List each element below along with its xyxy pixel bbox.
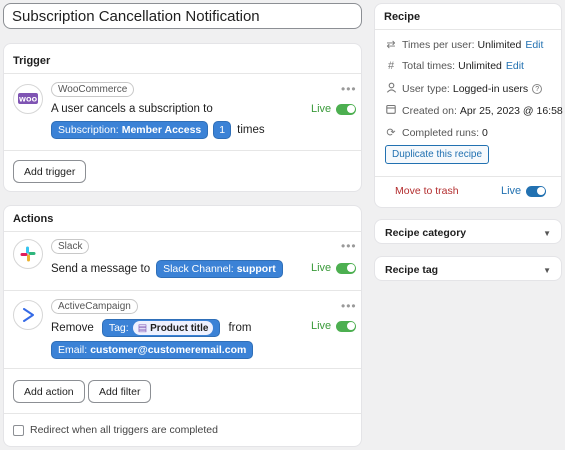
trigger-live-toggle[interactable]: Live: [311, 103, 357, 115]
actions-heading: Actions: [13, 213, 54, 225]
svg-text:WOO: WOO: [19, 96, 38, 104]
help-icon[interactable]: ?: [532, 84, 543, 94]
recipe-category-heading: Recipe category: [385, 227, 467, 239]
tag-token[interactable]: Tag: ▤ Product title: [101, 319, 221, 337]
slack-channel-token[interactable]: Slack Channel: support: [156, 260, 283, 278]
recipe-panel: Recipe ⇄ Times per user: Unlimited Edit #…: [374, 3, 563, 208]
activecampaign-email-row: Email: customer@customeremail.com: [51, 341, 254, 359]
recipe-tag-heading: Recipe tag: [385, 264, 439, 276]
duplicate-recipe-button[interactable]: Duplicate this recipe: [385, 145, 490, 164]
trigger-sentence: A user cancels a subscription to: [51, 103, 213, 115]
activecampaign-icon: [13, 300, 43, 330]
slack-integration-badge: Slack: [51, 239, 90, 254]
refresh-icon: ⟳: [386, 127, 396, 139]
recipe-title-input[interactable]: [3, 3, 362, 29]
times-per-user-row: ⇄ Times per user: Unlimited Edit: [386, 38, 544, 52]
edit-total-times-link[interactable]: Edit: [506, 60, 524, 72]
recipe-category-panel[interactable]: Recipe category ▼: [374, 219, 562, 244]
trigger-more-icon[interactable]: •••: [341, 82, 357, 96]
activecampaign-sentence: Remove Tag: ▤ Product title from: [51, 319, 251, 337]
user-icon: [385, 82, 397, 96]
slack-live-toggle[interactable]: Live: [311, 262, 357, 274]
redirect-row: Redirect when all triggers are completed: [13, 424, 218, 436]
activecampaign-more-icon[interactable]: •••: [341, 299, 357, 313]
add-action-button[interactable]: Add action: [13, 380, 85, 403]
total-times-row: # Total times: Unlimited Edit: [385, 60, 524, 72]
slack-more-icon[interactable]: •••: [341, 239, 357, 253]
slack-icon: [13, 239, 43, 269]
activecampaign-live-toggle[interactable]: Live: [311, 320, 357, 332]
move-to-trash-link[interactable]: Move to trash: [395, 185, 459, 197]
hash-icon: #: [387, 60, 395, 72]
completed-runs-row: ⟳ Completed runs: 0: [386, 126, 488, 140]
redirect-checkbox[interactable]: [13, 424, 24, 436]
woocommerce-icon: WOO: [13, 84, 43, 114]
count-token[interactable]: 1: [213, 121, 232, 139]
created-on-row: Created on: Apr 25, 2023 @ 16:58: [385, 104, 563, 117]
trigger-tokens-row: Subscription: Member Access 1 times: [51, 121, 265, 139]
caret-down-icon: ▼: [543, 228, 551, 238]
trigger-integration-badge: WooCommerce: [51, 82, 135, 97]
recipe-heading: Recipe: [384, 11, 421, 23]
user-type-row: User type: Logged-in users ?: [385, 82, 543, 96]
actions-panel: Actions Slack ••• Send a message to Slac…: [3, 205, 362, 447]
subscription-token[interactable]: Subscription: Member Access: [51, 121, 209, 139]
caret-down-icon: ▼: [543, 265, 551, 275]
add-filter-button[interactable]: Add filter: [88, 380, 152, 403]
recipe-live-toggle[interactable]: Live: [501, 185, 547, 197]
trigger-panel: Trigger WOO WooCommerce ••• A user cance…: [3, 43, 362, 192]
calendar-icon: [385, 104, 397, 117]
add-trigger-button[interactable]: Add trigger: [13, 160, 87, 183]
repeat-icon: ⇄: [386, 39, 396, 51]
email-token[interactable]: Email: customer@customeremail.com: [51, 341, 254, 359]
trigger-heading: Trigger: [13, 55, 51, 67]
slack-sentence: Send a message to Slack Channel: support: [51, 260, 283, 278]
recipe-tag-panel[interactable]: Recipe tag ▼: [374, 256, 562, 281]
edit-times-per-user-link[interactable]: Edit: [525, 39, 543, 51]
product-title-pill: ▤ Product title: [132, 321, 214, 335]
activecampaign-integration-badge: ActiveCampaign: [51, 299, 138, 314]
